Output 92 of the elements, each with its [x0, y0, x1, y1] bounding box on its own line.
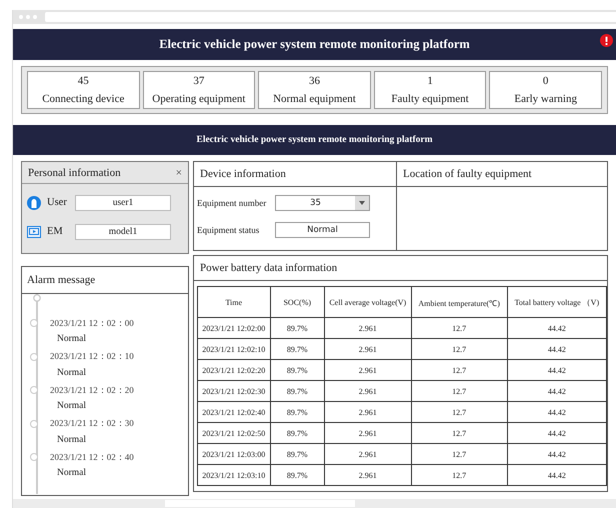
- alarm-status: Normal: [57, 334, 88, 344]
- panel-title: Location of faulty equipment: [397, 162, 607, 187]
- table-cell: 2.961: [324, 318, 412, 338]
- input-field[interactable]: model1: [75, 224, 171, 240]
- banner-title: Electric vehicle power system remote monitoring platform: [196, 135, 433, 145]
- table-cell: 12.7: [411, 380, 508, 402]
- stat-value: 1: [427, 75, 433, 87]
- table-cell: 44.42: [507, 402, 606, 422]
- table-cell: 44.42: [507, 444, 606, 464]
- alarm-time: 2023/1/21 12：02：30: [50, 417, 134, 430]
- field-label: Equipment number: [197, 198, 268, 208]
- table-cell: 44.42: [507, 338, 606, 360]
- column-header: Ambient temperature(℃): [411, 286, 508, 318]
- table-cell: 12.7: [411, 338, 508, 360]
- alarm-status: Normal: [57, 401, 88, 411]
- field-label: Equipment status: [197, 224, 260, 234]
- panel-title: Device information: [194, 162, 396, 187]
- table-cell: 12.7: [411, 444, 508, 464]
- stat-label: Faulty equipment: [391, 93, 469, 105]
- user-icon: [27, 196, 41, 210]
- table-cell: 2023/1/21 12:02:20: [198, 360, 270, 380]
- column-header: Total battery voltage （V): [507, 286, 606, 318]
- table-cell: 2023/1/21 12:02:30: [198, 380, 270, 402]
- table-cell: 2023/1/21 12:03:10: [198, 464, 270, 486]
- table-cell: 2.961: [324, 338, 412, 360]
- stat-label: Connecting device: [42, 93, 124, 105]
- table-cell: 89.7%: [270, 402, 325, 422]
- table-cell: 2.961: [324, 402, 412, 422]
- close-button[interactable]: ×: [176, 166, 182, 178]
- stat-value: 0: [542, 75, 548, 87]
- table-cell: 89.7%: [270, 464, 325, 486]
- table-cell: 2023/1/21 12:03:00: [198, 444, 270, 464]
- input-field[interactable]: user1: [75, 194, 171, 210]
- alarm-time: 2023/1/21 12：02：00: [50, 316, 134, 330]
- table-cell: 89.7%: [270, 422, 325, 444]
- table-cell: 2.961: [324, 444, 412, 464]
- panel-title: Personal information: [28, 166, 121, 178]
- table-cell: 2.961: [324, 464, 412, 486]
- table-cell: 44.42: [507, 422, 606, 444]
- column-header: Time: [198, 286, 270, 318]
- caret-icon: [359, 200, 365, 204]
- table-cell: 89.7%: [270, 338, 325, 360]
- table-cell: 2023/1/21 12:02:00: [198, 318, 270, 338]
- table-cell: 2023/1/21 12:02:40: [198, 402, 270, 422]
- table-cell: 12.7: [411, 318, 508, 338]
- alarm-status: Normal: [57, 468, 88, 478]
- table-cell: 44.42: [507, 380, 606, 402]
- table-cell: 12.7: [411, 360, 508, 380]
- stat-label: Operating equipment: [152, 93, 246, 105]
- table-cell: 89.7%: [270, 444, 325, 464]
- timeline-dot: [30, 420, 38, 428]
- horizontal-scrollbar[interactable]: [13, 499, 616, 508]
- panel-title: Power battery data information: [194, 256, 607, 281]
- table-cell: 2.961: [324, 422, 412, 444]
- table-cell: 2.961: [324, 360, 412, 380]
- input-field[interactable]: Normal: [275, 222, 370, 238]
- table-cell: 89.7%: [270, 318, 325, 338]
- table-cell: 12.7: [411, 464, 508, 486]
- timeline-dot: [30, 319, 38, 327]
- table-cell: 2023/1/21 12:02:50: [198, 422, 270, 444]
- table-cell: 44.42: [507, 318, 606, 338]
- table-cell: 89.7%: [270, 380, 325, 402]
- alarm-time: 2023/1/21 12：02：20: [50, 384, 134, 396]
- panel-title: Alarm message: [22, 267, 188, 294]
- stat-value: 37: [193, 75, 204, 87]
- column-header: SOC(%): [270, 286, 325, 318]
- column-header: Cell average voltage(V): [324, 286, 412, 318]
- table-cell: 44.42: [507, 360, 606, 380]
- timeline-dot: [30, 453, 38, 461]
- stat-value: 45: [78, 75, 89, 87]
- stat-value: 36: [308, 75, 320, 87]
- alarm-status: Normal: [57, 368, 88, 378]
- table-cell: 89.7%: [270, 360, 325, 380]
- field-label: User: [47, 197, 68, 208]
- timeline-dot: [30, 352, 38, 360]
- table-cell: 2023/1/21 12:02:10: [198, 338, 270, 360]
- dropdown[interactable]: 35: [275, 194, 370, 210]
- timeline-dot: [30, 386, 38, 394]
- alarm-status: Normal: [57, 434, 88, 444]
- table-cell: 2.961: [324, 380, 412, 402]
- stat-label: Early warning: [514, 93, 577, 105]
- address-bar[interactable]: [45, 12, 616, 22]
- stat-label: Normal equipment: [273, 93, 356, 105]
- table-cell: 12.7: [411, 422, 508, 444]
- header-title: Electric vehicle power system remote monitoring platform: [159, 37, 470, 52]
- alert-icon[interactable]: [600, 34, 613, 47]
- table-cell: 12.7: [411, 402, 508, 422]
- field-label: EM: [47, 226, 64, 237]
- alarm-time: 2023/1/21 12：02：10: [50, 350, 134, 363]
- table-cell: 44.42: [507, 464, 606, 486]
- play-icon: [27, 224, 41, 238]
- alarm-time: 2023/1/21 12：02：40: [50, 450, 134, 464]
